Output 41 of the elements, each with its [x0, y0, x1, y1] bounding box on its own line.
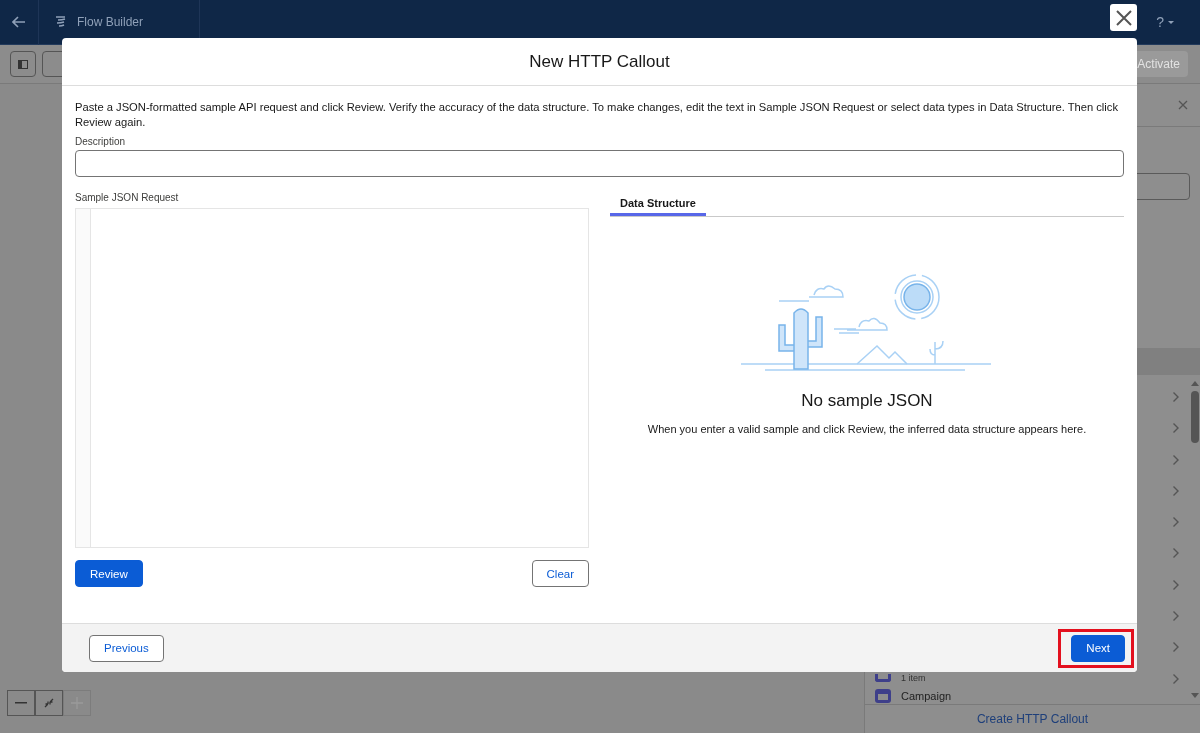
chevron-right-icon[interactable] [1172, 578, 1180, 591]
close-button[interactable] [1110, 4, 1137, 31]
toggle-panel-button[interactable] [10, 51, 36, 77]
shrink-arrows-icon [44, 698, 54, 708]
close-icon[interactable] [1178, 100, 1188, 110]
flow-icon [54, 15, 68, 29]
app-title: Flow Builder [77, 15, 144, 29]
field-label: Description [75, 136, 127, 147]
panel-icon [18, 59, 28, 69]
fit-view-button[interactable] [35, 690, 63, 716]
chevron-right-icon[interactable] [1172, 641, 1180, 654]
previous-button[interactable]: Previous [89, 634, 164, 662]
object-icon [875, 689, 891, 703]
empty-state-message: When you enter a valid sample and click Review, the inferred data structure appears here. [647, 423, 1087, 435]
dialog-title: New HTTP Callout [529, 51, 670, 72]
create-callout-link[interactable]: Create HTTP Callout [976, 712, 1089, 726]
chevron-right-icon[interactable] [1172, 453, 1180, 466]
minus-icon [15, 702, 27, 704]
zoom-out-button[interactable] [7, 690, 35, 716]
close-icon [1114, 8, 1133, 27]
chevron-right-icon[interactable] [1172, 610, 1180, 623]
help-menu-button[interactable]: ? [1150, 13, 1180, 31]
chevron-right-icon[interactable] [1172, 422, 1180, 435]
chevron-right-icon[interactable] [1172, 516, 1180, 529]
scrollbar-thumb[interactable] [1191, 391, 1199, 443]
description-field[interactable] [75, 150, 1124, 177]
empty-state-title: No sample JSON [801, 391, 933, 411]
item-count: 1 item [901, 673, 926, 683]
zoom-in-button[interactable] [63, 690, 91, 716]
list-item[interactable]: Campaign [901, 690, 952, 702]
next-button[interactable]: Next [1071, 634, 1125, 662]
instructions-text: Paste a JSON-formatted sample API request and click Review. Verify the accuracy of the data structure. To make changes, edit the text in Sample JSON Request or select data types in Data Structure. Then click Review again. [75, 100, 1119, 130]
field-label: Sample JSON Request [75, 192, 180, 203]
back-arrow-icon [12, 16, 26, 28]
review-button[interactable]: Review [75, 560, 143, 587]
clear-button[interactable]: Clear [531, 560, 589, 587]
chevron-right-icon[interactable] [1172, 391, 1180, 403]
chevron-right-icon[interactable] [1172, 484, 1180, 497]
tab[interactable]: Data Structure [610, 192, 706, 216]
chevron-right-icon[interactable] [1172, 672, 1180, 685]
chevron-right-icon[interactable] [1172, 547, 1180, 560]
